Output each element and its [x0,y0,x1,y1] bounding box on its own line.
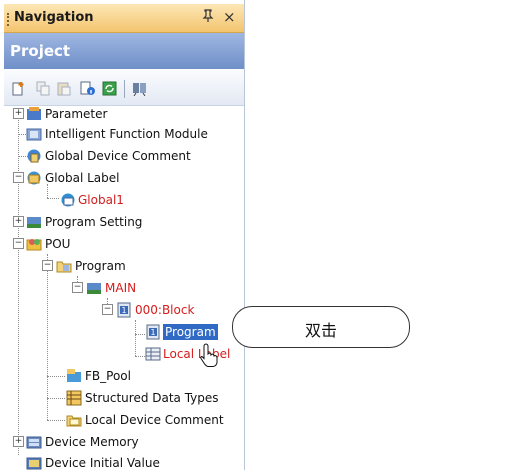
mouse-cursor-icon [200,342,218,368]
tree-line [135,356,145,357]
global-label-icon [26,170,42,186]
tree-item-program-folder[interactable]: Program [75,258,126,274]
tree-item-device-memory[interactable]: Device Memory [45,434,139,450]
fb-pool-icon [66,368,82,384]
collapse-program-folder[interactable]: − [42,260,53,271]
callout-text: 双击 [304,321,337,340]
tree-item-intelligent-module[interactable]: Intelligent Function Module [45,126,208,142]
refresh-icon[interactable] [102,81,117,96]
navigation-toolbar [4,69,244,106]
tree-line [47,184,48,198]
expand-program-setting[interactable]: + [13,216,24,227]
navigation-panel: Navigation × Project + Parameter Intelli… [4,0,245,470]
intelligent-module-icon [26,126,42,142]
collapse-main[interactable]: − [72,282,83,293]
pou-icon [26,236,42,252]
tree-item-program-setting[interactable]: Program Setting [45,214,142,230]
panel-title: Navigation [14,10,94,25]
tree-line [135,334,145,335]
property-icon[interactable] [80,81,95,96]
collapse-block[interactable]: − [102,304,113,315]
tree-item-pou[interactable]: POU [45,236,70,252]
expand-parameter[interactable]: + [13,108,24,119]
pin-icon[interactable] [202,9,214,26]
tree-item-block[interactable]: 000:Block [135,302,194,318]
new-data-icon[interactable] [12,81,27,96]
program-folder-icon [56,258,72,274]
svg-text:1: 1 [150,328,155,337]
tree-line [47,254,48,420]
structured-data-types-icon [66,390,82,406]
tree-item-fb-pool[interactable]: FB_Pool [85,368,131,384]
tree-item-global-label[interactable]: Global Label [45,170,119,186]
tree-item-global1[interactable]: Global1 [78,192,124,208]
paste-icon[interactable] [57,81,72,96]
tree-line [18,113,19,455]
project-tree: + Parameter Intelligent Function Module … [4,106,244,470]
local-label-icon [145,346,161,362]
expand-device-memory[interactable]: + [13,436,24,447]
tree-line [47,420,65,421]
tree-item-parameter[interactable]: Parameter [45,106,107,122]
program-item-icon: 1 [145,324,161,340]
tree-item-program-selected[interactable]: Program [163,324,218,340]
navigation-title-bar[interactable]: Navigation × [4,4,244,33]
block-icon: 1 [116,302,132,318]
device-initial-value-icon [26,455,42,471]
tree-item-global-device-comment[interactable]: Global Device Comment [45,148,191,164]
project-header: Project [4,33,244,69]
program-setting-icon [26,214,42,230]
tree-line [47,376,65,377]
tree-item-structured-data-types[interactable]: Structured Data Types [85,390,219,406]
find-icon[interactable] [132,81,147,97]
tree-line [47,398,65,399]
double-click-callout: 双击 [232,306,410,348]
copy-icon[interactable] [36,81,51,96]
collapse-global-label[interactable]: − [13,172,24,183]
toolbar-separator [124,80,125,98]
global-device-comment-icon [26,148,42,164]
local-device-comment-icon [66,412,82,428]
global1-icon [60,192,76,208]
tree-item-main[interactable]: MAIN [105,280,136,296]
close-icon[interactable]: × [223,8,236,26]
project-header-label: Project [10,42,71,60]
tree-line [135,320,136,356]
collapse-pou[interactable]: − [13,238,24,249]
device-memory-icon [26,434,42,450]
tree-item-local-device-comment[interactable]: Local Device Comment [85,412,224,428]
tree-line [47,198,59,199]
drag-grip[interactable] [7,13,11,26]
tree-item-device-initial-value[interactable]: Device Initial Value [45,455,160,471]
tree-item-local-label[interactable]: Local Label [163,346,230,362]
svg-text:1: 1 [121,306,126,315]
main-icon [86,280,102,296]
parameter-icon [26,106,42,122]
